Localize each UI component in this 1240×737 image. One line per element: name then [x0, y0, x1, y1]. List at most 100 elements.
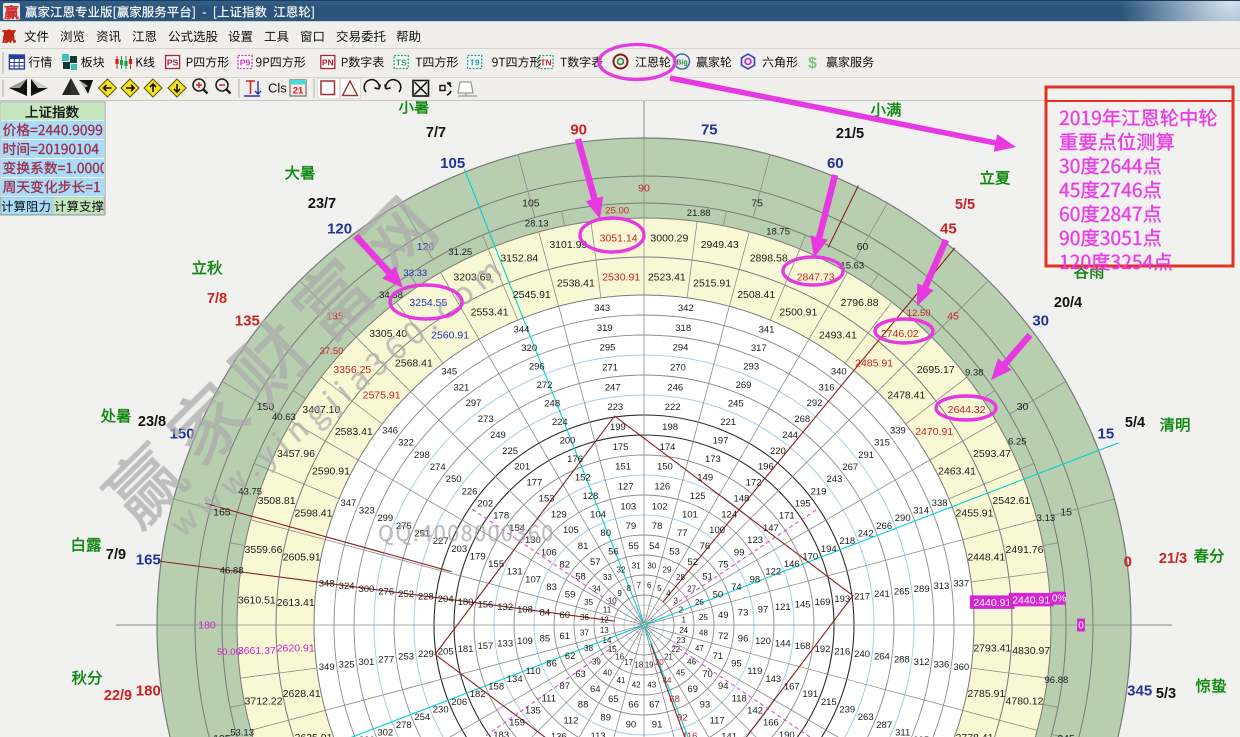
svg-text:122: 122 [765, 567, 781, 578]
svg-text:246: 246 [667, 382, 683, 393]
svg-text:99: 99 [734, 547, 745, 558]
svg-text:33.33: 33.33 [403, 268, 427, 279]
svg-text:105: 105 [522, 198, 540, 210]
svg-text:45: 45 [947, 311, 959, 323]
svg-text:91: 91 [652, 720, 663, 731]
svg-text:75: 75 [718, 559, 729, 570]
svg-text:103: 103 [620, 501, 636, 512]
svg-text:205: 205 [438, 646, 454, 657]
svg-text:28.13: 28.13 [525, 219, 549, 230]
svg-text:5: 5 [657, 584, 662, 593]
svg-text:2949.43: 2949.43 [701, 239, 739, 251]
svg-text:169: 169 [815, 597, 831, 608]
svg-text:3508.81: 3508.81 [258, 495, 296, 507]
svg-text:53: 53 [669, 546, 680, 557]
svg-text:175: 175 [613, 442, 629, 453]
svg-text:287: 287 [876, 720, 892, 731]
svg-text:Cls: Cls [268, 81, 287, 96]
svg-text:102: 102 [652, 501, 668, 512]
svg-text:126: 126 [654, 482, 670, 493]
svg-text:204: 204 [438, 594, 454, 605]
svg-text:7: 7 [637, 581, 642, 590]
svg-text:25: 25 [699, 613, 708, 622]
svg-text:201: 201 [514, 462, 530, 473]
svg-text:2695.17: 2695.17 [917, 364, 955, 376]
svg-text:202: 202 [477, 499, 493, 510]
svg-text:51: 51 [702, 572, 713, 583]
svg-text:4830.97: 4830.97 [1012, 645, 1050, 657]
svg-text:193: 193 [834, 594, 850, 605]
svg-text:127: 127 [618, 482, 634, 493]
svg-text:314: 314 [913, 506, 929, 517]
svg-text:16: 16 [615, 653, 624, 662]
svg-text:2613.41: 2613.41 [277, 597, 315, 609]
svg-text:TS: TS [396, 58, 407, 68]
svg-text:108: 108 [517, 605, 533, 616]
svg-text:92: 92 [677, 713, 688, 724]
svg-text:2508.41: 2508.41 [737, 289, 775, 301]
svg-text:63: 63 [575, 669, 586, 680]
svg-text:133: 133 [497, 639, 513, 650]
svg-text:57: 57 [590, 557, 601, 568]
svg-text:50: 50 [713, 590, 724, 601]
svg-text:191: 191 [802, 689, 818, 700]
svg-text:2568.41: 2568.41 [395, 357, 433, 369]
svg-text:343: 343 [594, 303, 610, 314]
svg-text:136: 136 [551, 731, 567, 737]
svg-text:21.88: 21.88 [687, 208, 711, 219]
svg-text:3712.22: 3712.22 [245, 695, 283, 707]
svg-text:40.63: 40.63 [272, 412, 296, 423]
svg-text:41: 41 [617, 676, 626, 685]
svg-text:60: 60 [857, 241, 869, 253]
svg-text:107: 107 [525, 574, 541, 585]
svg-text:346: 346 [382, 426, 398, 437]
svg-text:129: 129 [551, 509, 567, 520]
svg-text:217: 217 [854, 592, 870, 603]
svg-text:9: 9 [617, 589, 622, 598]
svg-text:318: 318 [675, 323, 691, 334]
svg-text:143: 143 [765, 674, 781, 685]
svg-text:2538.41: 2538.41 [557, 277, 595, 289]
svg-text:21: 21 [293, 86, 304, 97]
svg-text:249: 249 [490, 430, 506, 441]
svg-text:165: 165 [213, 507, 231, 519]
svg-text:58: 58 [575, 572, 586, 583]
svg-text:7/7: 7/7 [426, 125, 446, 141]
svg-text:28: 28 [676, 573, 685, 582]
svg-text:10: 10 [608, 596, 617, 605]
svg-text:23/7: 23/7 [308, 196, 336, 212]
svg-text:153: 153 [539, 493, 555, 504]
svg-text:53.13: 53.13 [230, 728, 254, 737]
svg-text:48: 48 [699, 629, 708, 638]
svg-text:26: 26 [695, 598, 704, 607]
svg-text:158: 158 [488, 682, 504, 693]
svg-text:157: 157 [477, 641, 493, 652]
svg-text:76: 76 [700, 541, 711, 552]
svg-text:2523.41: 2523.41 [648, 271, 686, 283]
svg-text:31.25: 31.25 [448, 247, 472, 258]
svg-text:150: 150 [657, 462, 673, 473]
svg-text:263: 263 [858, 712, 874, 723]
svg-text:146: 146 [784, 559, 800, 570]
svg-text:81: 81 [578, 541, 589, 552]
svg-text:181: 181 [458, 644, 474, 655]
svg-text:226: 226 [462, 486, 478, 497]
svg-text:341: 341 [759, 325, 775, 336]
svg-text:344: 344 [514, 325, 530, 336]
svg-text:134: 134 [507, 674, 523, 685]
svg-text:Big: Big [676, 60, 687, 67]
svg-text:86: 86 [546, 659, 557, 670]
svg-text:227: 227 [433, 536, 449, 547]
svg-text:276: 276 [378, 586, 394, 597]
svg-text:178: 178 [493, 511, 509, 522]
svg-text:34: 34 [592, 584, 601, 593]
svg-text:2644.32: 2644.32 [948, 404, 986, 416]
svg-text:218: 218 [839, 536, 855, 547]
svg-text:345: 345 [441, 367, 457, 378]
svg-text:2593.47: 2593.47 [973, 448, 1011, 460]
svg-text:2493.41: 2493.41 [819, 330, 857, 342]
svg-text:14: 14 [603, 636, 612, 645]
svg-text:123: 123 [747, 535, 763, 546]
svg-text:35: 35 [584, 598, 593, 607]
svg-text:316: 316 [819, 382, 835, 393]
